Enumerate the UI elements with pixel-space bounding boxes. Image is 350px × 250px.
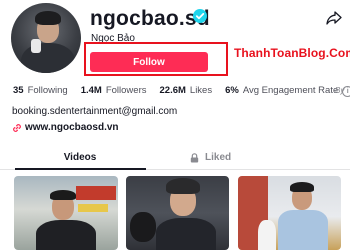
thumbnail-detail bbox=[50, 190, 76, 200]
profile-avatar[interactable] bbox=[11, 3, 81, 73]
avatar-shape bbox=[31, 39, 41, 53]
thumbnail-detail bbox=[36, 220, 96, 250]
tab-active-underline bbox=[15, 168, 146, 170]
thumbnail-detail bbox=[258, 220, 276, 250]
thumbnail-detail bbox=[156, 218, 216, 250]
thumbnail-detail bbox=[166, 178, 200, 194]
avatar-shape bbox=[35, 11, 61, 25]
video-thumbnail[interactable] bbox=[238, 176, 341, 250]
avatar-shape bbox=[21, 43, 75, 73]
engagement-rate-value: 6% bbox=[225, 85, 239, 96]
share-arrow-icon[interactable] bbox=[326, 10, 342, 26]
watermark-text: ThanhToanBlog.Com bbox=[234, 46, 350, 60]
tab-liked-label: Liked bbox=[205, 152, 232, 163]
following-count: 35 bbox=[13, 85, 24, 96]
likes-count: 22.6M bbox=[159, 85, 186, 96]
bio-link[interactable]: www.ngocbaosd.vn bbox=[12, 122, 119, 133]
bio-email: booking.sdentertainment@gmail.com bbox=[12, 106, 178, 117]
likes-label: Likes bbox=[189, 85, 213, 96]
link-chain-icon bbox=[13, 123, 21, 132]
engagement-source-text: By bbox=[335, 86, 345, 95]
following-label[interactable]: Following bbox=[28, 85, 68, 96]
thumbnail-detail bbox=[76, 186, 116, 200]
followers-label[interactable]: Followers bbox=[106, 85, 147, 96]
followers-count: 1.4M bbox=[80, 85, 102, 96]
engagement-rate-label: Avg Engagement Rate bbox=[242, 85, 339, 96]
verified-check-icon bbox=[193, 9, 207, 23]
follow-button[interactable]: Follow bbox=[90, 52, 208, 72]
tab-liked[interactable]: Liked bbox=[190, 152, 231, 163]
profile-stats: 35 Following 1.4M Followers 22.6M Likes … bbox=[13, 85, 350, 97]
profile-username: ngocbao.sd bbox=[90, 7, 210, 30]
lock-icon bbox=[190, 152, 199, 162]
thumbnail-detail bbox=[78, 204, 108, 212]
video-thumbnail[interactable] bbox=[14, 176, 118, 250]
thumbnail-detail bbox=[290, 182, 314, 192]
thumbnail-detail bbox=[278, 210, 328, 250]
thumbnail-detail bbox=[130, 212, 156, 242]
video-thumbnail[interactable] bbox=[126, 176, 229, 250]
bio-link-text[interactable]: www.ngocbaosd.vn bbox=[25, 122, 119, 133]
tab-videos[interactable]: Videos bbox=[44, 152, 116, 163]
